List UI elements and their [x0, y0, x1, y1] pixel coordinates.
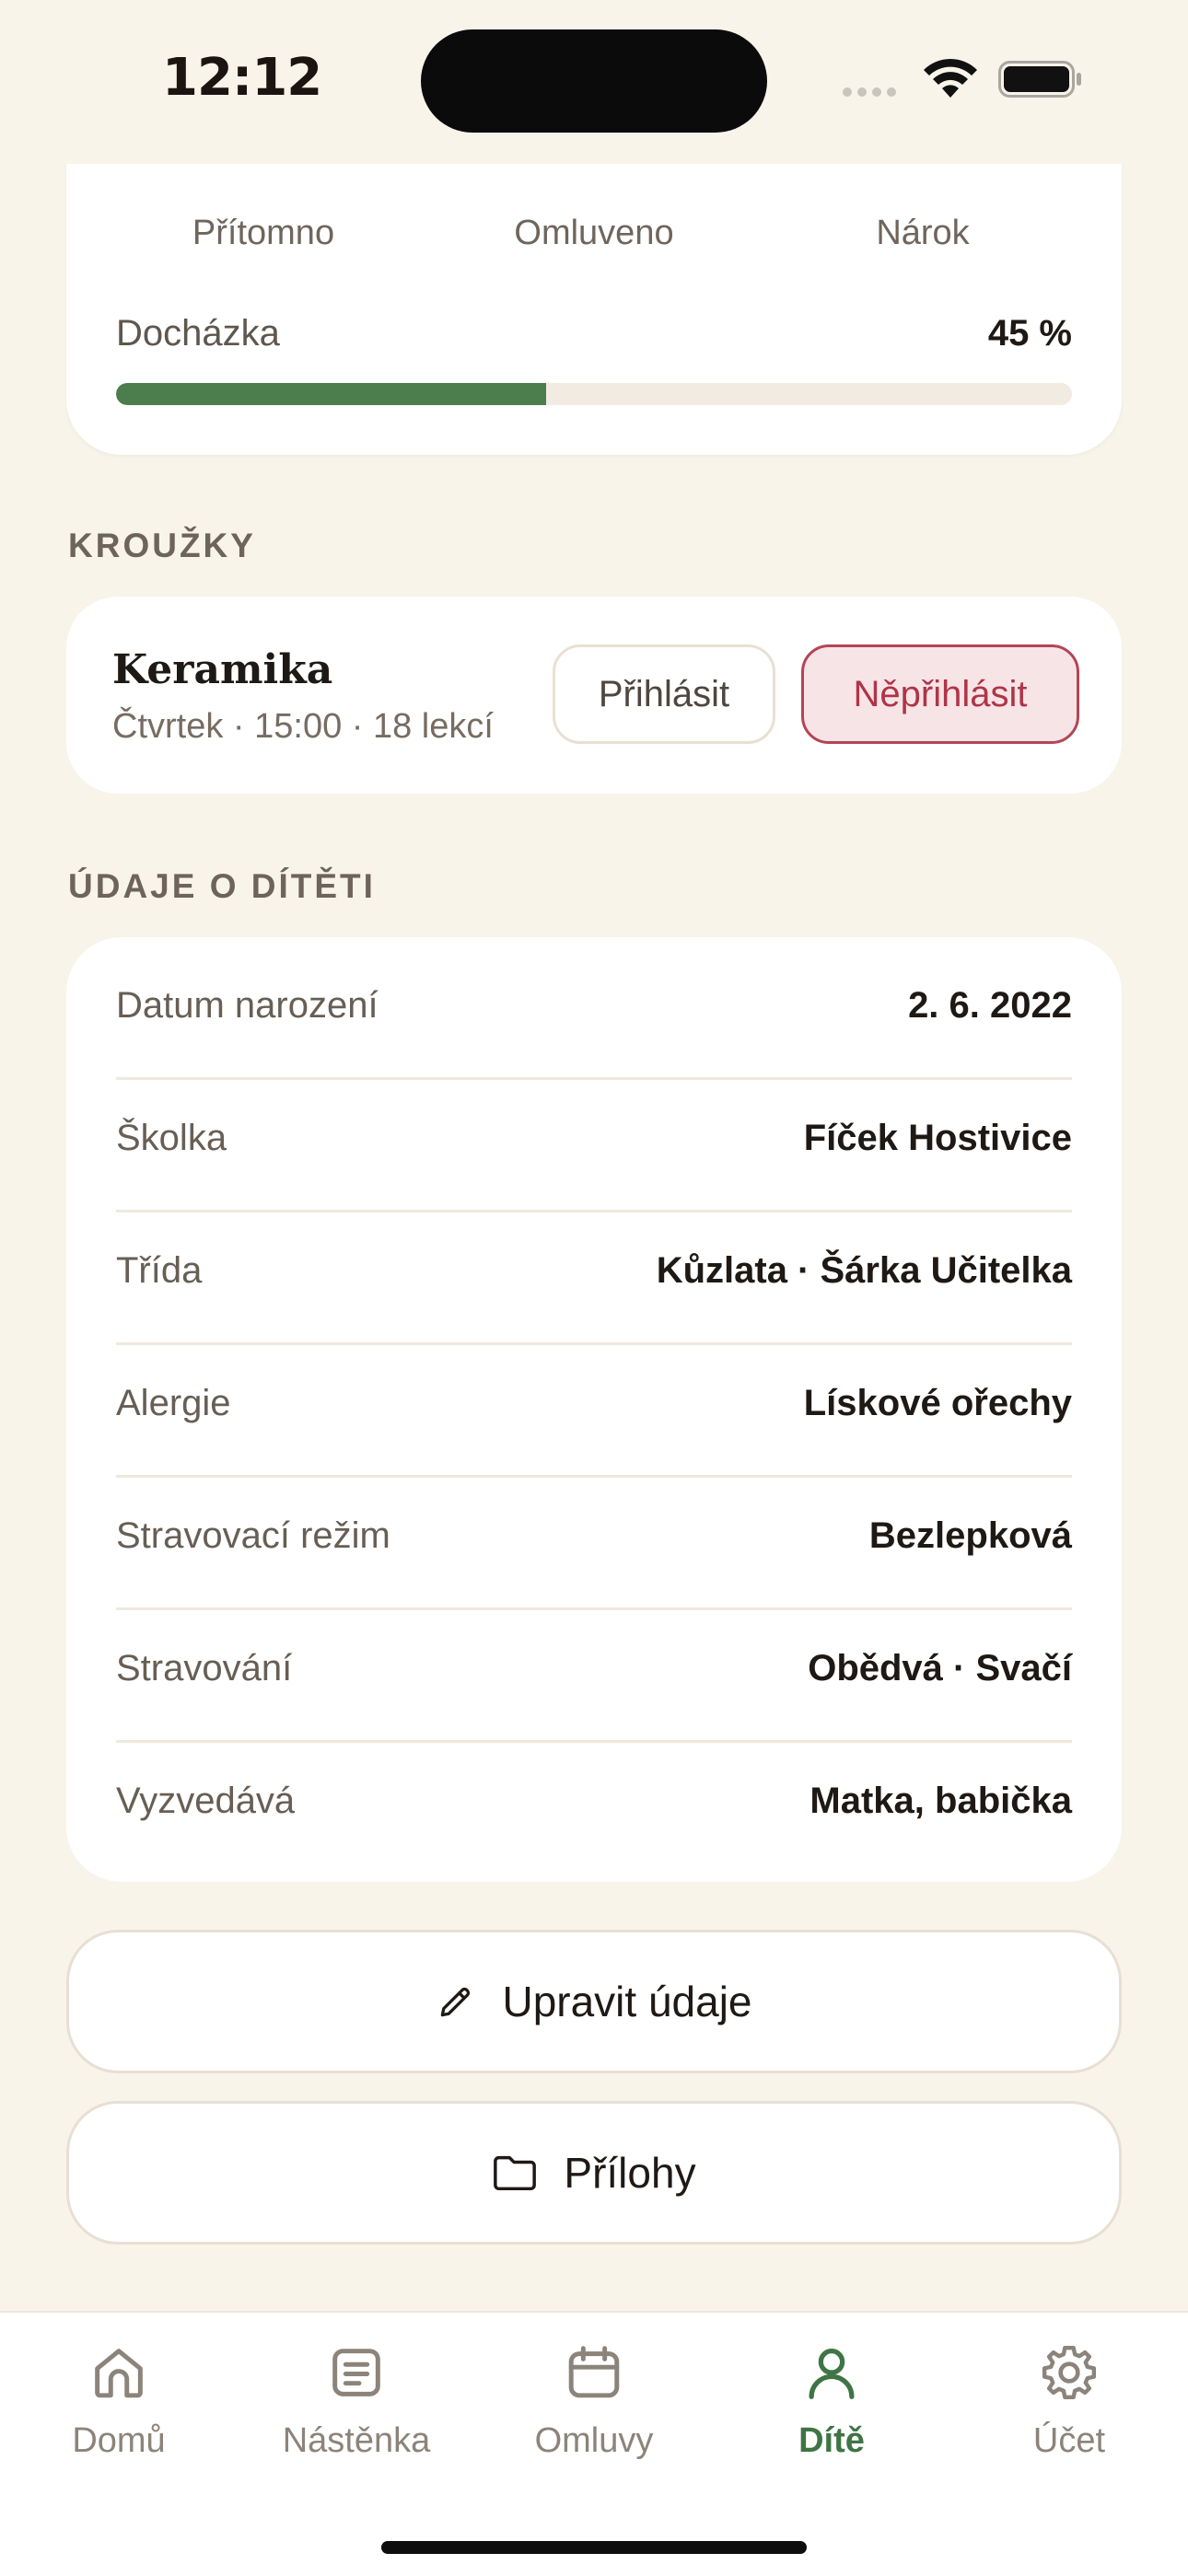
stat-label: Omluveno	[514, 214, 674, 252]
attachments-label: Přílohy	[564, 2149, 696, 2197]
attendance-percent: 45 %	[987, 313, 1072, 354]
calendar-icon	[568, 2346, 620, 2398]
info-value: Fíček Hostivice	[803, 1118, 1072, 1158]
info-value: 2. 6. 2022	[908, 985, 1072, 1026]
info-label: Datum narození	[116, 985, 379, 1026]
info-row-meals: Stravování Obědvá · Svačí	[116, 1600, 1072, 1733]
tab-account[interactable]: Účet	[977, 2340, 1161, 2461]
board-icon	[332, 2349, 380, 2396]
club-unsignup-button[interactable]: Něpřihlásit	[801, 644, 1079, 744]
info-value: Lískové ořechy	[803, 1383, 1072, 1423]
stat-label: Přítomno	[192, 214, 335, 252]
child-info-card: Datum narození 2. 6. 2022 Školka Fíček H…	[66, 937, 1122, 1882]
tab-child[interactable]: Dítě	[740, 2340, 924, 2461]
attendance-stats-card: 5 Přítomno 6 Omluveno 21 Nárok Docházka …	[66, 112, 1122, 455]
attendance-progress-bar	[116, 383, 1072, 405]
attachments-button[interactable]: Přílohy	[66, 2101, 1122, 2245]
battery-icon	[998, 61, 1081, 98]
child-info-section-title: ÚDAJE O DÍTĚTI	[68, 867, 376, 905]
info-label: Školka	[116, 1118, 227, 1158]
info-row-birthdate: Datum narození 2. 6. 2022	[116, 937, 1072, 1070]
attendance-label: Docházka	[116, 313, 280, 354]
status-time: 12:12	[162, 48, 322, 108]
tab-home[interactable]: Domů	[27, 2340, 211, 2461]
attendance-progress-fill	[116, 383, 547, 405]
gear-icon	[1042, 2345, 1097, 2400]
stat-label: Nárok	[876, 214, 970, 252]
club-card: Keramika Čtvrtek · 15:00 · 18 lekcí Přih…	[66, 597, 1122, 794]
tab-absences[interactable]: Omluvy	[502, 2340, 686, 2461]
club-schedule: Čtvrtek · 15:00 · 18 lekcí	[112, 707, 494, 746]
edit-details-label: Upravit údaje	[502, 1978, 752, 2025]
info-label: Alergie	[116, 1383, 231, 1423]
club-signup-button[interactable]: Přihlásit	[553, 644, 775, 744]
info-row-kindergarten: Školka Fíček Hostivice	[116, 1070, 1072, 1202]
info-row-class: Třída Kůzlata · Šárka Učitelka	[116, 1202, 1072, 1335]
wifi-icon	[924, 58, 977, 98]
folder-icon	[494, 2155, 537, 2191]
status-bar: 12:12	[0, 0, 1188, 164]
cellular-signal-icon	[843, 85, 902, 101]
clubs-section-title: KROUŽKY	[68, 527, 256, 564]
tab-label: Nástěnka	[282, 2421, 431, 2460]
info-row-pickup: Vyzvedává Matka, babička	[116, 1733, 1072, 1865]
person-icon	[809, 2349, 855, 2399]
tab-board[interactable]: Nástěnka	[264, 2340, 448, 2461]
info-label: Vyzvedává	[116, 1781, 296, 1821]
info-label: Třída	[116, 1250, 203, 1291]
info-value: Bezlepková	[868, 1515, 1072, 1556]
tab-label: Účet	[1032, 2421, 1106, 2460]
info-value: Matka, babička	[809, 1781, 1072, 1821]
info-row-diet: Stravovací režim Bezlepková	[116, 1468, 1072, 1600]
home-indicator	[381, 2541, 807, 2554]
edit-details-button[interactable]: Upravit údaje	[66, 1930, 1122, 2073]
pencil-icon	[441, 1987, 471, 2017]
bottom-tab-bar: Domů Nástěnka Omluvy Dítě Účet	[0, 2311, 1188, 2576]
info-label: Stravování	[116, 1648, 293, 1688]
dynamic-island	[421, 29, 767, 133]
info-label: Stravovací režim	[116, 1515, 390, 1556]
info-value: Obědvá · Svačí	[808, 1648, 1072, 1688]
tab-label: Dítě	[798, 2421, 865, 2460]
info-value: Kůzlata · Šárka Učitelka	[656, 1250, 1072, 1291]
tab-label: Domů	[72, 2421, 166, 2460]
home-icon	[95, 2349, 143, 2398]
club-name: Keramika	[112, 646, 333, 693]
info-row-allergies: Alergie Lískové ořechy	[116, 1335, 1072, 1468]
tab-label: Omluvy	[534, 2421, 654, 2460]
